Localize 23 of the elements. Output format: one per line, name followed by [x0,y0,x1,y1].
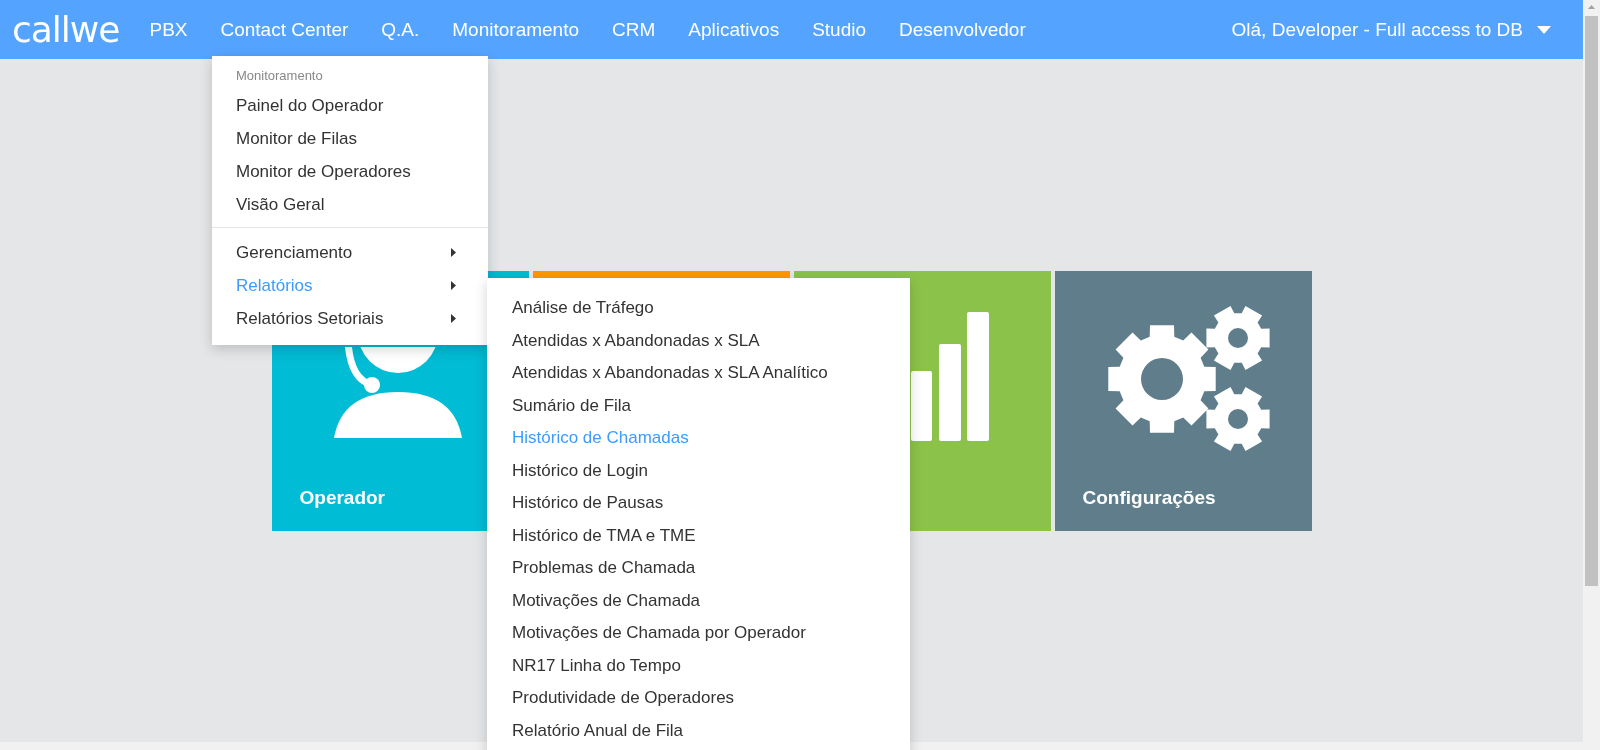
caret-icon[interactable] [1537,25,1551,34]
menu-item[interactable]: Gerenciamento [212,236,488,269]
scrollbar[interactable] [1583,0,1600,750]
menu-header: Monitoramento [235,68,324,85]
tile-label: Configurações [1082,487,1216,509]
menu-item[interactable]: Problemas de Chamada [487,552,910,585]
menu-item[interactable]: Motivações de Chamada por Operador [487,617,910,650]
tile-label: Operador [299,487,386,509]
caret-icon [451,281,456,290]
menu-item[interactable]: Monitor de Operadores [212,155,488,188]
menu-item[interactable]: Motivações de Chamada [487,584,910,617]
menu-item[interactable]: Produtividade de Operadores [487,682,910,715]
menu-item[interactable]: Monitor de Filas [212,122,488,155]
caret-icon [451,248,456,257]
menu-item[interactable]: Painel do Operador [212,89,488,122]
operator-icon [333,347,462,439]
menu-item[interactable]: Visão Geral [212,188,488,221]
menu-item[interactable]: NR17 Linha do Tempo [487,649,910,682]
gears-icon [1105,304,1272,453]
scrollbar-thumb[interactable] [1585,16,1598,586]
tile[interactable]: Configurações [1054,271,1312,531]
menu-item[interactable]: Relatório Anual de Fila [487,714,910,747]
caret-icon [451,314,456,323]
